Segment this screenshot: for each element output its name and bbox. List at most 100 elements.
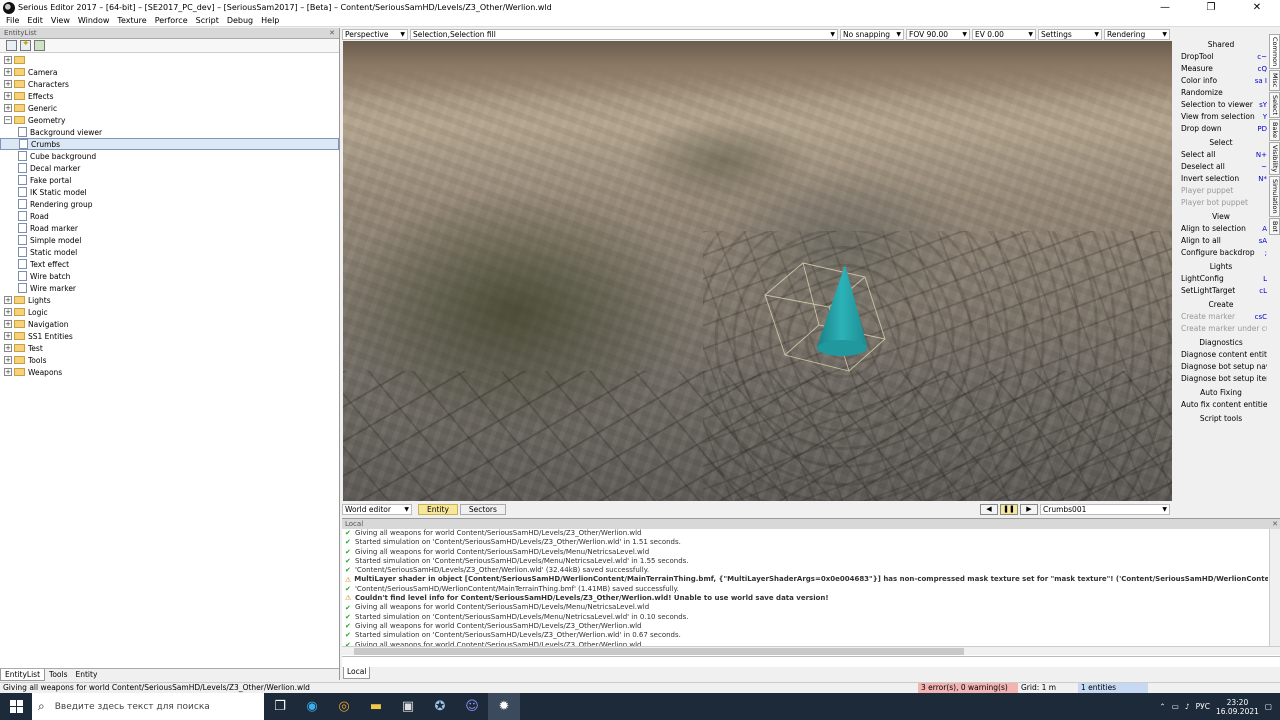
- log-close-icon[interactable]: ✕: [1272, 520, 1278, 528]
- tool-diagnose-bot-setup-navigation[interactable]: Diagnose bot setup navigation: [1175, 361, 1267, 373]
- menu-perforce[interactable]: Perforce: [155, 16, 188, 25]
- serious-editor-icon[interactable]: ✹: [488, 693, 520, 720]
- pause-icon[interactable]: ❚❚: [1000, 503, 1018, 515]
- tree-item[interactable]: Rendering group: [0, 198, 339, 210]
- explorer-icon[interactable]: ▬: [360, 693, 392, 720]
- tree-item[interactable]: IK Static model: [0, 186, 339, 198]
- tool-align-to-all[interactable]: Align to all sA: [1175, 235, 1267, 247]
- tool-lightconfig[interactable]: LightConfig L: [1175, 273, 1267, 285]
- tree-folder[interactable]: + Test: [0, 342, 339, 354]
- tool-select-all[interactable]: Select all N+: [1175, 149, 1267, 161]
- menu-script[interactable]: Script: [196, 16, 219, 25]
- store-icon[interactable]: ▣: [392, 693, 424, 720]
- discord-icon[interactable]: ☺: [456, 693, 488, 720]
- task-view-icon[interactable]: ❐: [264, 693, 296, 720]
- chrome-icon[interactable]: ◎: [328, 693, 360, 720]
- log-tab-local[interactable]: Local: [343, 667, 371, 679]
- tool-align-to-selection[interactable]: Align to selection A: [1175, 223, 1267, 235]
- windows-start-icon[interactable]: [0, 693, 32, 720]
- edge-icon[interactable]: ◉: [296, 693, 328, 720]
- rewind-icon[interactable]: ◀: [980, 503, 998, 515]
- tool-color-info[interactable]: Color info sa I: [1175, 75, 1267, 87]
- current-entity-dropdown[interactable]: Crumbs001 ▼: [1040, 503, 1170, 515]
- fov-dropdown[interactable]: FOV 90.00 ▼: [906, 28, 970, 40]
- tree-item[interactable]: Road marker: [0, 222, 339, 234]
- tool-auto-fix-content-entities[interactable]: Auto fix content entities: [1175, 399, 1267, 411]
- expand-icon[interactable]: +: [4, 308, 12, 316]
- tree-item[interactable]: Wire batch: [0, 270, 339, 282]
- vtab-simulation[interactable]: Simulation: [1269, 175, 1280, 217]
- tree-folder[interactable]: + Tools: [0, 354, 339, 366]
- favorite-icon[interactable]: [20, 39, 31, 51]
- tree-item[interactable]: Decal marker: [0, 162, 339, 174]
- vtab-bake[interactable]: Bake: [1269, 118, 1280, 141]
- vtab-common[interactable]: Common: [1269, 34, 1280, 70]
- menu-file[interactable]: File: [6, 16, 19, 25]
- tool-selection-to-viewer[interactable]: Selection to viewer sY: [1175, 99, 1267, 111]
- tree-item[interactable]: Road: [0, 210, 339, 222]
- list-view-icon[interactable]: [6, 40, 17, 51]
- expand-icon[interactable]: +: [4, 320, 12, 328]
- expand-icon[interactable]: +: [4, 68, 12, 76]
- log-horizontal-scrollbar[interactable]: [342, 646, 1280, 655]
- tree-folder[interactable]: + Camera: [0, 66, 339, 78]
- entity-list-close-icon[interactable]: ✕: [329, 29, 335, 37]
- tree-folder[interactable]: + Logic: [0, 306, 339, 318]
- close-button[interactable]: ✕: [1234, 0, 1280, 15]
- rendering-dropdown[interactable]: Rendering ▼: [1104, 28, 1170, 40]
- tool-diagnose-content-entities[interactable]: Diagnose content entities: [1175, 349, 1267, 361]
- tree-folder[interactable]: + Generic: [0, 102, 339, 114]
- vtab-bot[interactable]: Bot: [1269, 217, 1280, 235]
- menu-help[interactable]: Help: [261, 16, 279, 25]
- scroll-thumb[interactable]: [354, 648, 964, 655]
- clock[interactable]: 23:20 16.09.2021: [1216, 698, 1259, 716]
- view-mode-dropdown[interactable]: Perspective ▼: [342, 28, 408, 40]
- tree-folder[interactable]: + Lights: [0, 294, 339, 306]
- vtab-select[interactable]: Select: [1269, 91, 1280, 118]
- tree-folder[interactable]: + SS1 Entities: [0, 330, 339, 342]
- expand-icon[interactable]: +: [4, 56, 12, 64]
- menu-window[interactable]: Window: [78, 16, 110, 25]
- tool-setlighttarget[interactable]: SetLightTarget cL: [1175, 285, 1267, 297]
- tree-item[interactable]: Wire marker: [0, 282, 339, 294]
- tree-folder[interactable]: + Navigation: [0, 318, 339, 330]
- tab-entity[interactable]: Entity: [72, 669, 102, 681]
- expand-icon[interactable]: +: [4, 368, 12, 376]
- tree-item[interactable]: Static model: [0, 246, 339, 258]
- tree-item[interactable]: Crumbs: [0, 138, 339, 150]
- tree-folder[interactable]: − Geometry: [0, 114, 339, 126]
- expand-icon[interactable]: +: [4, 332, 12, 340]
- vtab-visibility[interactable]: Visibility: [1269, 141, 1280, 175]
- tool-droptool[interactable]: DropTool c~: [1175, 51, 1267, 63]
- steam-icon[interactable]: ✪: [424, 693, 456, 720]
- expand-icon[interactable]: +: [4, 296, 12, 304]
- expand-icon[interactable]: +: [4, 104, 12, 112]
- menu-view[interactable]: View: [51, 16, 70, 25]
- minimize-button[interactable]: —: [1142, 0, 1188, 15]
- tab-tools[interactable]: Tools: [45, 669, 71, 681]
- tab-entity[interactable]: Entity: [418, 503, 458, 515]
- tab-sectors[interactable]: Sectors: [459, 503, 506, 515]
- tab-entitylist[interactable]: EntityList: [0, 668, 46, 681]
- tool-view-from-selection[interactable]: View from selection Y: [1175, 111, 1267, 123]
- log-command-input[interactable]: [342, 656, 1280, 667]
- log-vertical-scrollbar[interactable]: [1269, 529, 1280, 647]
- expand-icon[interactable]: +: [4, 80, 12, 88]
- 3d-viewport[interactable]: [343, 41, 1172, 501]
- chevron-up-icon[interactable]: ⌃: [1159, 702, 1165, 711]
- settings-dropdown[interactable]: Settings ▼: [1038, 28, 1102, 40]
- taskbar-search[interactable]: ⌕ Введите здесь текст для поиска: [32, 693, 264, 720]
- tool-configure-backdrop[interactable]: Configure backdrop;: [1175, 247, 1267, 259]
- language-indicator[interactable]: РУС: [1196, 702, 1210, 711]
- expand-icon[interactable]: +: [4, 344, 12, 352]
- tree-folder[interactable]: +: [0, 54, 339, 66]
- play-icon[interactable]: ▶: [1020, 503, 1038, 515]
- image-icon[interactable]: [34, 40, 45, 51]
- tree-item[interactable]: Simple model: [0, 234, 339, 246]
- expand-icon[interactable]: +: [4, 92, 12, 100]
- selection-mode-dropdown[interactable]: Selection,Selection fill ▼: [410, 28, 838, 40]
- tree-item[interactable]: Cube background: [0, 150, 339, 162]
- tool-measure[interactable]: Measure cQ: [1175, 63, 1267, 75]
- editor-mode-dropdown[interactable]: World editor ▼: [342, 503, 412, 515]
- crumbs-entity-gizmo[interactable]: [763, 251, 913, 381]
